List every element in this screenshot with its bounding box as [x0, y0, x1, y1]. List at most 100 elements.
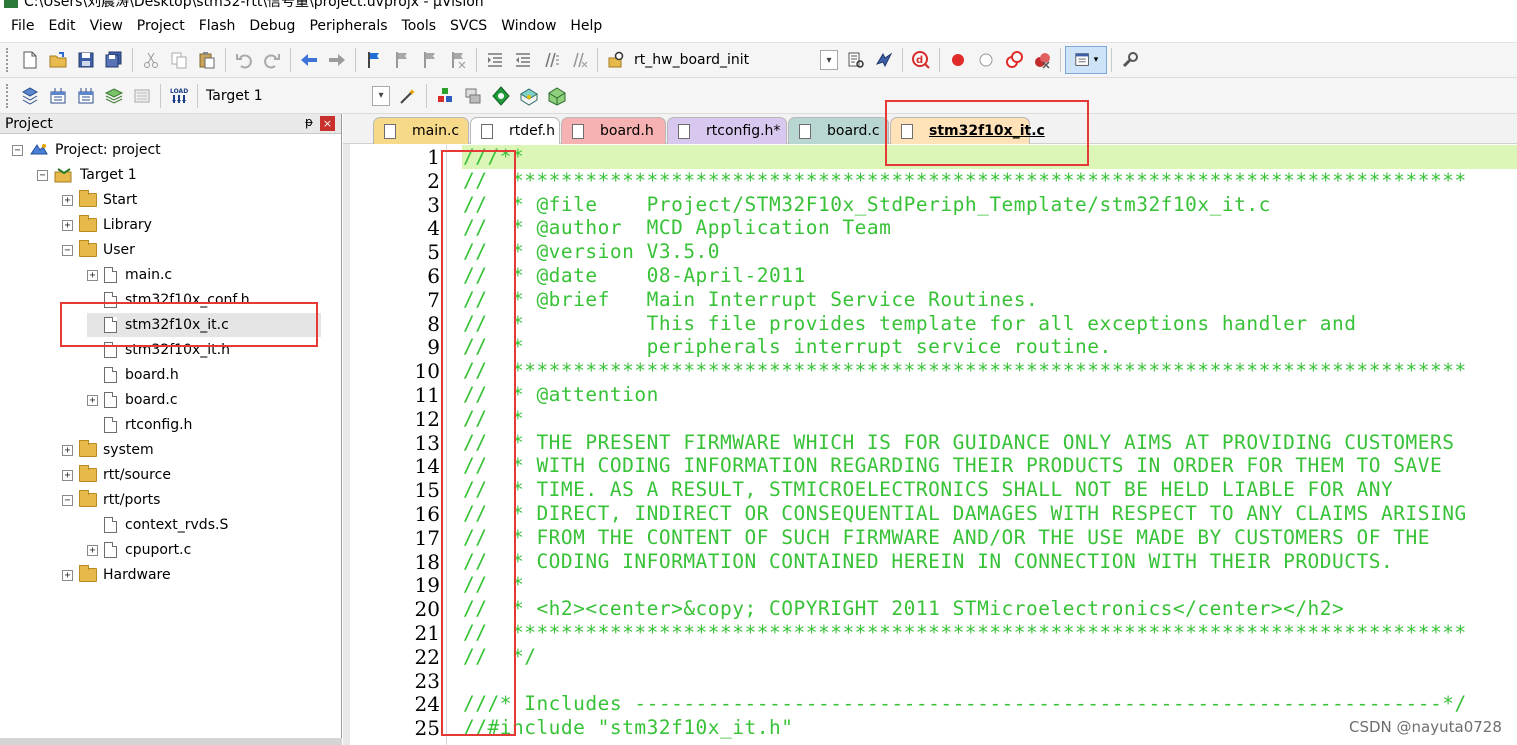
find-in-files-icon[interactable] — [602, 46, 630, 74]
code-line[interactable]: // *************************************… — [463, 169, 1467, 193]
code-line[interactable]: ///* Includes --------------------------… — [463, 692, 1467, 716]
tree-item-stm32f10x-conf-h[interactable]: stm32f10x_conf.h — [87, 288, 250, 312]
tree-item-rtt-ports[interactable]: − rtt/ports — [62, 488, 160, 512]
window-layout-dropdown[interactable]: ▾ — [1065, 46, 1107, 74]
tree-item-stm32f10x-it-c[interactable]: stm32f10x_it.c — [87, 313, 321, 337]
tree-item-hardware[interactable]: + Hardware — [62, 563, 171, 587]
save-icon[interactable] — [72, 46, 100, 74]
select-packs-icon[interactable] — [459, 82, 487, 110]
unindent-icon[interactable] — [509, 46, 537, 74]
tree-item-cpuport-c[interactable]: + cpuport.c — [87, 538, 191, 562]
code-line[interactable]: // * @version V3.5.0 — [463, 240, 720, 264]
chevron-down-icon[interactable]: ▾ — [372, 85, 390, 106]
uncomment-icon[interactable] — [565, 46, 593, 74]
tab-stm32f10x-it-c[interactable]: stm32f10x_it.c — [890, 117, 1045, 144]
tab-board-c[interactable]: board.c — [788, 117, 889, 144]
configure-wrench-icon[interactable] — [1116, 46, 1144, 74]
target-combo[interactable]: Target 1 ▾ — [202, 84, 394, 108]
collapse-icon[interactable]: − — [62, 244, 73, 256]
cut-icon[interactable] — [137, 46, 165, 74]
kill-all-breakpoints-icon[interactable] — [1028, 46, 1056, 74]
expand-icon[interactable]: + — [62, 194, 73, 206]
manage-run-time-environment-icon[interactable] — [487, 82, 515, 110]
debug-session-icon[interactable]: d — [907, 46, 935, 74]
expand-icon[interactable]: + — [87, 544, 98, 556]
code-line[interactable]: // * THE PRESENT FIRMWARE WHICH IS FOR G… — [463, 431, 1454, 455]
expand-icon[interactable]: + — [87, 269, 98, 281]
menu-edit[interactable]: Edit — [41, 10, 82, 43]
tree-item-context-rvds-s[interactable]: context_rvds.S — [87, 513, 228, 537]
batch-build-icon[interactable] — [100, 82, 128, 110]
code-line[interactable]: // * CODING INFORMATION CONTAINED HEREIN… — [463, 550, 1393, 574]
menu-file[interactable]: File — [4, 10, 41, 43]
menu-debug[interactable]: Debug — [242, 10, 302, 43]
code-line[interactable]: // * — [463, 573, 524, 597]
tree-item-rtconfig-h[interactable]: rtconfig.h — [87, 413, 192, 437]
tab-rtconfig-h[interactable]: rtconfig.h* — [667, 117, 787, 144]
menu-tools[interactable]: Tools — [395, 10, 444, 43]
collapse-icon[interactable]: − — [62, 494, 73, 506]
code-line[interactable]: // * WITH CODING INFORMATION REGARDING T… — [463, 454, 1442, 478]
new-file-icon[interactable] — [16, 46, 44, 74]
menu-svcs[interactable]: SVCS — [443, 10, 494, 43]
code-line[interactable]: //#include "stm32f10x_it.h" — [463, 716, 793, 740]
tab-board-h[interactable]: board.h — [561, 117, 666, 144]
stop-build-icon[interactable] — [128, 82, 156, 110]
tree-item-board-h[interactable]: board.h — [87, 363, 179, 387]
tree-item-target-1[interactable]: − Target 1 — [37, 163, 137, 187]
translate-icon[interactable] — [16, 82, 44, 110]
download-load-icon[interactable]: LOAD — [165, 82, 193, 110]
bookmark-toggle-icon[interactable] — [360, 46, 388, 74]
tab-rtdef-h[interactable]: rtdef.h — [470, 117, 560, 144]
menu-help[interactable]: Help — [563, 10, 609, 43]
menu-peripherals[interactable]: Peripherals — [302, 10, 394, 43]
bookmark-next-icon[interactable] — [416, 46, 444, 74]
code-line[interactable]: // * TIME. AS A RESULT, STMICROELECTRONI… — [463, 478, 1393, 502]
collapse-icon[interactable]: − — [37, 169, 48, 181]
code-line[interactable]: // * @author MCD Application Team — [463, 216, 891, 240]
comment-icon[interactable] — [537, 46, 565, 74]
code-line[interactable]: ///** — [463, 145, 524, 169]
pack-installer-icon[interactable] — [515, 82, 543, 110]
tree-item-user[interactable]: − User — [62, 238, 135, 262]
open-file-icon[interactable] — [44, 46, 72, 74]
insert-breakpoint-icon[interactable] — [944, 46, 972, 74]
code-line[interactable]: // * @attention — [463, 383, 659, 407]
code-editor[interactable]: 1 2 3 4 5 6 7 8 9 10 11 12 13 14 15 16 17 18 19 20 21 22 23 24 2… — [350, 145, 1517, 745]
menu-flash[interactable]: Flash — [192, 10, 243, 43]
expand-icon[interactable]: + — [62, 469, 73, 481]
menu-window[interactable]: Window — [494, 10, 563, 43]
code-line[interactable]: // * @date 08-April-2011 — [463, 264, 806, 288]
find-icon[interactable] — [842, 46, 870, 74]
close-icon[interactable]: × — [320, 116, 335, 131]
tree-item-main-c[interactable]: + main.c — [87, 263, 172, 287]
manage-project-items-icon[interactable] — [431, 82, 459, 110]
tree-item-start[interactable]: + Start — [62, 188, 137, 212]
tree-item-rtt-source[interactable]: + rtt/source — [62, 463, 171, 487]
code-line[interactable]: // * @file Project/STM32F10x_StdPeriph_T… — [463, 193, 1271, 217]
undo-icon[interactable] — [230, 46, 258, 74]
code-line[interactable]: // */ — [463, 645, 536, 669]
rebuild-icon[interactable] — [72, 82, 100, 110]
copy-icon[interactable] — [165, 46, 193, 74]
code-line[interactable]: // * FROM THE CONTENT OF SUCH FIRMWARE A… — [463, 526, 1430, 550]
disable-all-breakpoints-icon[interactable] — [1000, 46, 1028, 74]
redo-icon[interactable] — [258, 46, 286, 74]
tree-item-board-c[interactable]: + board.c — [87, 388, 178, 412]
bookmark-previous-icon[interactable] — [388, 46, 416, 74]
code-line[interactable]: // *************************************… — [463, 359, 1467, 383]
code-line[interactable]: // * peripherals interrupt service routi… — [463, 335, 1112, 359]
tree-item-stm32f10x-it-h[interactable]: stm32f10x_it.h — [87, 338, 230, 362]
code-line[interactable]: // * This file provides template for all… — [463, 312, 1357, 336]
save-all-icon[interactable] — [100, 46, 128, 74]
tree-item-project-project[interactable]: − Project: project — [12, 138, 161, 162]
paste-icon[interactable] — [193, 46, 221, 74]
bookmark-clear-icon[interactable] — [444, 46, 472, 74]
indent-icon[interactable] — [481, 46, 509, 74]
chevron-down-icon[interactable]: ▾ — [820, 50, 838, 70]
expand-icon[interactable]: + — [62, 444, 73, 456]
tab-main-c[interactable]: main.c — [373, 117, 469, 144]
software-packs-icon[interactable] — [543, 82, 571, 110]
expand-icon[interactable]: + — [87, 394, 98, 406]
collapse-icon[interactable]: − — [12, 144, 23, 156]
